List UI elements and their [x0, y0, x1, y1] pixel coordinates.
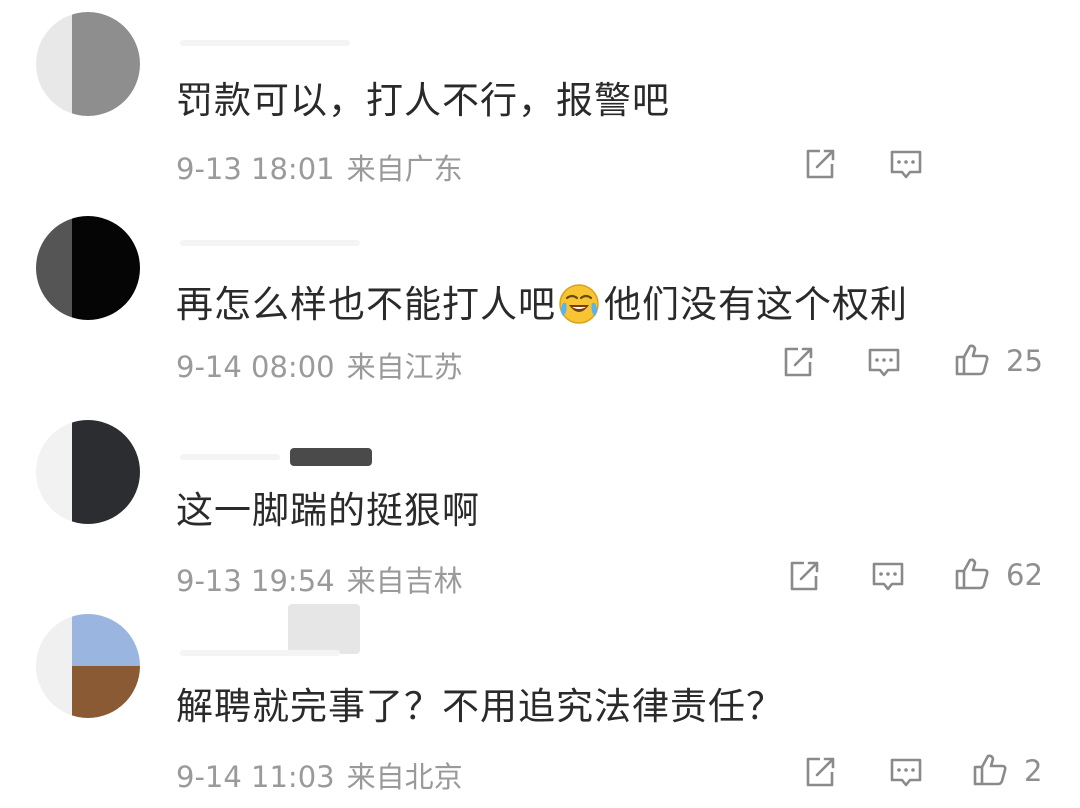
- comment-icon[interactable]: [868, 556, 908, 596]
- comment-icon[interactable]: [886, 752, 926, 792]
- username-redacted: [180, 650, 340, 656]
- comment-icon[interactable]: [864, 342, 904, 382]
- avatar[interactable]: [36, 216, 140, 320]
- thumbs-up-icon[interactable]: [952, 340, 992, 380]
- username-redacted: [290, 448, 372, 466]
- comment-text-part: 他们没有这个权利: [604, 283, 908, 326]
- comment-date: 9-14 11:03: [176, 760, 335, 794]
- comment-meta: 9-13 18:01 来自广东: [176, 146, 463, 188]
- comment-text: 解聘就完事了？不用追究法律责任？: [176, 685, 784, 728]
- comment-location: 来自北京: [346, 760, 463, 794]
- comment-text: 罚款可以，打人不行，报警吧: [176, 79, 670, 122]
- comment-date: 9-14 08:00: [176, 350, 335, 384]
- avatar[interactable]: [36, 420, 140, 524]
- comment-meta: 9-13 19:54 来自吉林: [176, 558, 463, 600]
- username-redacted: [180, 240, 360, 246]
- comment-meta: 9-14 11:03 来自北京: [176, 754, 463, 796]
- comment-location: 来自广东: [346, 152, 463, 186]
- share-icon[interactable]: [778, 342, 818, 382]
- comment-text: 这一脚踹的挺狠啊: [176, 489, 480, 532]
- comment-date: 9-13 18:01: [176, 152, 335, 186]
- thumbs-up-icon[interactable]: [970, 750, 1010, 790]
- username-redacted: [288, 604, 360, 654]
- avatar[interactable]: [36, 614, 140, 718]
- comment-text-part: 再怎么样也不能打人吧: [176, 283, 556, 326]
- share-icon[interactable]: [800, 752, 840, 792]
- comment-date: 9-13 19:54: [176, 564, 335, 598]
- comment-icon[interactable]: [886, 144, 926, 184]
- share-icon[interactable]: [784, 556, 824, 596]
- like-count: 2: [1024, 754, 1043, 788]
- share-icon[interactable]: [800, 144, 840, 184]
- like-count: 62: [1006, 558, 1043, 592]
- comment-location: 来自吉林: [346, 564, 463, 598]
- username-redacted: [180, 40, 350, 46]
- thumbs-up-icon[interactable]: [952, 554, 992, 594]
- username-redacted: [180, 454, 280, 460]
- crying-laughing-emoji: [559, 284, 599, 324]
- comment-location: 来自江苏: [346, 350, 463, 384]
- like-count: 25: [1006, 344, 1043, 378]
- avatar[interactable]: [36, 12, 140, 116]
- comment-text: 再怎么样也不能打人吧 他们没有这个权利: [176, 274, 908, 328]
- comment-meta: 9-14 08:00 来自江苏: [176, 344, 463, 386]
